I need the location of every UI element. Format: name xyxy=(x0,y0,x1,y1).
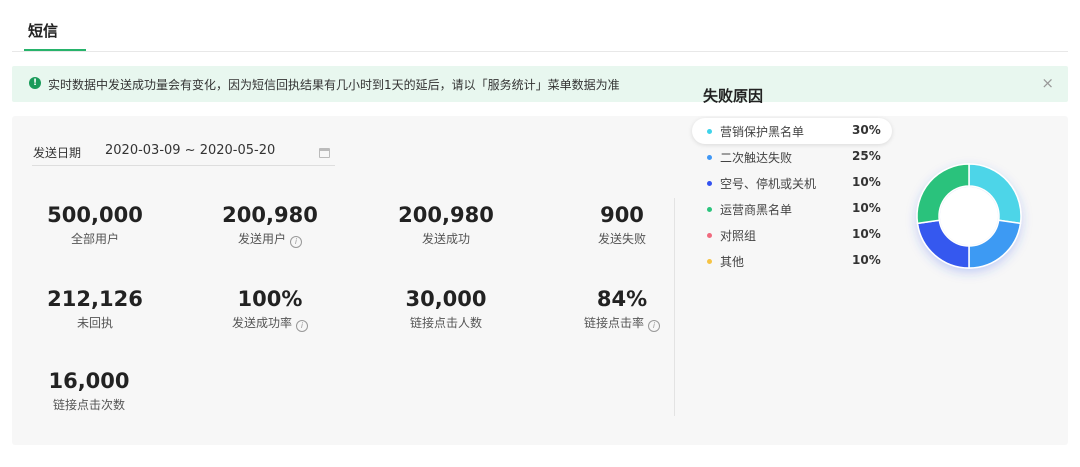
legend-dot xyxy=(707,129,712,134)
info-icon[interactable]: i xyxy=(296,320,308,332)
stat-label-text: 链接点击人数 xyxy=(409,316,482,330)
stat-label-text: 发送用户 xyxy=(237,232,286,246)
stat-value: 16,000 xyxy=(48,369,130,393)
date-range-value[interactable]: 2020-03-09 ~ 2020-05-20 xyxy=(105,143,275,158)
info-icon[interactable]: i xyxy=(648,320,660,332)
stat-send-success: 200,980 发送成功 xyxy=(371,202,521,247)
stat-label: 链接点击人数 xyxy=(371,315,521,331)
donut-hole xyxy=(940,187,998,245)
stat-link-click-users: 30,000 链接点击人数 xyxy=(371,286,521,331)
legend-label: 对照组 xyxy=(720,229,757,243)
legend-label: 运营商黑名单 xyxy=(720,203,793,217)
legend-item[interactable]: 空号、停机或关机 10% xyxy=(692,170,892,196)
legend-item[interactable]: 对照组 10% xyxy=(692,222,892,248)
stat-value: 212,126 xyxy=(47,287,143,311)
legend-label: 其他 xyxy=(720,255,745,269)
stat-label-text: 发送失败 xyxy=(597,232,646,246)
stat-all-users: 500,000 全部用户 xyxy=(20,202,170,247)
info-icon[interactable]: i xyxy=(290,236,302,248)
legend-item[interactable]: 营销保护黑名单 30% xyxy=(692,118,892,144)
legend-label: 空号、停机或关机 xyxy=(720,177,817,191)
stat-success-rate: 100% 发送成功率 i xyxy=(195,286,345,332)
calendar-icon[interactable] xyxy=(319,148,330,158)
tab-bar: 短信 xyxy=(12,0,1068,52)
stat-value: 100% xyxy=(237,287,303,311)
stat-label-text: 全部用户 xyxy=(70,232,119,246)
stat-label: 发送成功率 i xyxy=(195,315,345,332)
stat-label: 全部用户 xyxy=(20,231,170,247)
legend-percent: 25% xyxy=(852,149,881,163)
info-circle-icon: ! xyxy=(29,77,41,89)
stat-link-click-count: 16,000 链接点击次数 xyxy=(14,368,164,413)
legend-dot xyxy=(707,207,712,212)
stat-label-text: 发送成功 xyxy=(421,232,470,246)
stat-label-text: 未回执 xyxy=(76,316,113,330)
stat-label-text: 链接点击率 xyxy=(583,316,644,330)
failure-legend: 营销保护黑名单 30% 二次触达失败 25% 空号、停机或关机 10% 运营商黑… xyxy=(692,118,892,274)
stat-no-receipt: 212,126 未回执 xyxy=(20,286,170,331)
stat-value: 30,000 xyxy=(405,287,487,311)
legend-item[interactable]: 其他 10% xyxy=(692,248,892,274)
tab-active-indicator xyxy=(24,49,86,51)
stat-label-text: 链接点击次数 xyxy=(52,398,125,412)
stat-value: 200,980 xyxy=(398,203,494,227)
stat-send-users: 200,980 发送用户 i xyxy=(195,202,345,248)
legend-label: 营销保护黑名单 xyxy=(720,125,805,139)
close-icon[interactable]: × xyxy=(1041,74,1054,92)
legend-percent: 10% xyxy=(852,253,881,267)
failure-donut-chart xyxy=(916,163,1022,269)
legend-percent: 10% xyxy=(852,175,881,189)
legend-dot xyxy=(707,181,712,186)
stat-label: 未回执 xyxy=(20,315,170,331)
stat-label: 发送成功 xyxy=(371,231,521,247)
date-range-picker[interactable]: 发送日期 2020-03-09 ~ 2020-05-20 xyxy=(32,142,335,166)
stat-value: 200,980 xyxy=(222,203,318,227)
vertical-divider xyxy=(674,198,675,416)
legend-dot xyxy=(707,155,712,160)
legend-percent: 30% xyxy=(852,123,881,137)
stat-label-text: 发送成功率 xyxy=(231,316,292,330)
legend-dot xyxy=(707,233,712,238)
legend-item[interactable]: 运营商黑名单 10% xyxy=(692,196,892,222)
alert-text: 实时数据中发送成功量会有变化，因为短信回执结果有几小时到1天的延后，请以「服务统… xyxy=(48,78,620,92)
stat-label: 链接点击次数 xyxy=(14,397,164,413)
legend-percent: 10% xyxy=(852,201,881,215)
notice-alert: ! 实时数据中发送成功量会有变化，因为短信回执结果有几小时到1天的延后，请以「服… xyxy=(12,66,1068,102)
tab-sms[interactable]: 短信 xyxy=(28,20,58,41)
date-label: 发送日期 xyxy=(33,146,82,160)
stat-label: 发送用户 i xyxy=(195,231,345,248)
legend-label: 二次触达失败 xyxy=(720,151,793,165)
failure-reasons-title: 失败原因 xyxy=(703,87,764,105)
stat-value: 500,000 xyxy=(47,203,143,227)
legend-percent: 10% xyxy=(852,227,881,241)
legend-dot xyxy=(707,259,712,264)
legend-item[interactable]: 二次触达失败 25% xyxy=(692,144,892,170)
